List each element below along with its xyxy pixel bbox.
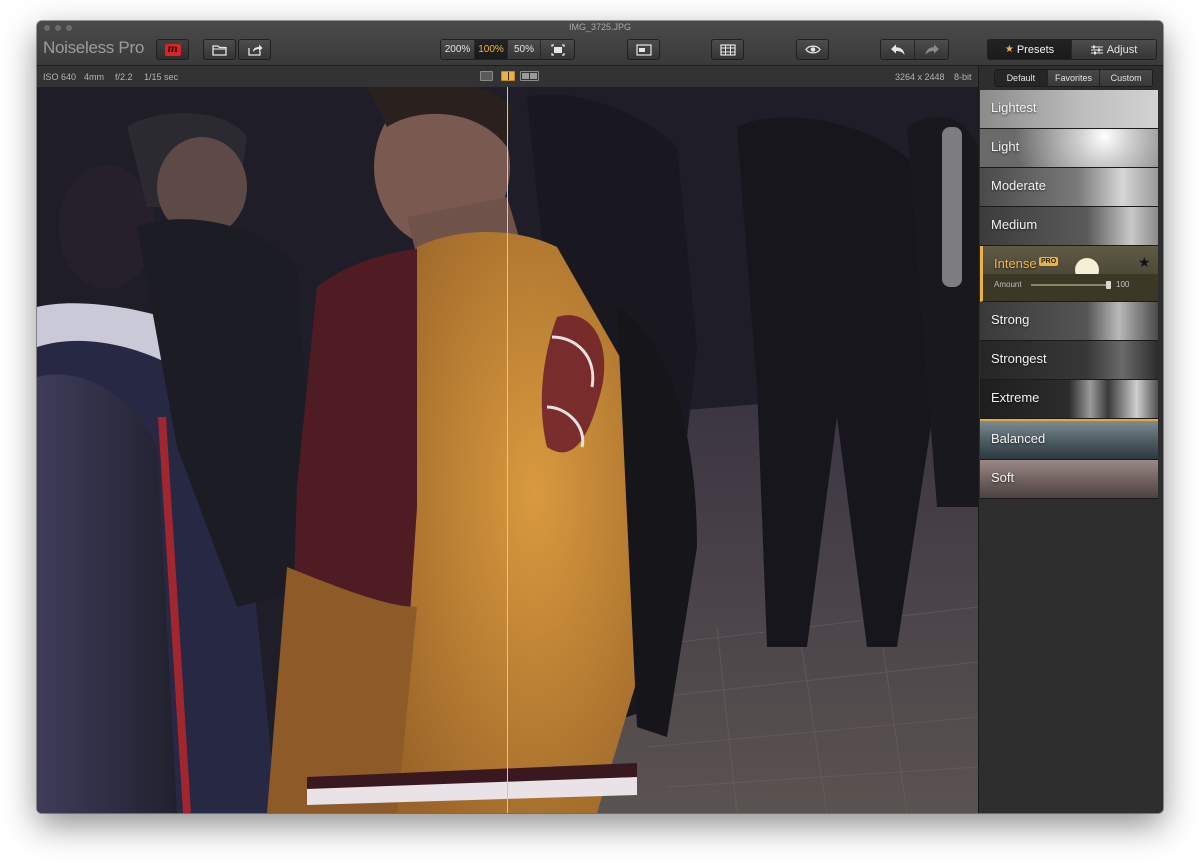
aperture-value: f/2.2 — [115, 72, 133, 82]
zoom-segment: 200% 100% 50% — [440, 39, 575, 60]
preset-label: Lightest — [991, 100, 1037, 115]
zoom-100-button[interactable]: 100% — [475, 40, 508, 59]
preset-thumbnail — [983, 246, 1158, 301]
sliders-icon — [1090, 45, 1103, 54]
toolbar: IMG_3725.JPG Noiseless Pro m 200% 100% 5… — [37, 21, 1163, 66]
preset-balanced[interactable]: Balanced — [980, 419, 1158, 460]
preset-strong[interactable]: Strong — [980, 302, 1158, 341]
pro-badge: PRO — [1039, 257, 1059, 266]
preset-soft[interactable]: Soft — [980, 460, 1158, 499]
zoom-200-button[interactable]: 200% — [441, 40, 475, 59]
tab-adjust[interactable]: Adjust — [1072, 40, 1156, 59]
tab-adjust-label: Adjust — [1106, 43, 1138, 56]
fit-button[interactable] — [541, 40, 574, 59]
iso-value: ISO 640 — [43, 72, 77, 82]
macphun-logo-icon: m — [164, 43, 181, 56]
tab-favorites[interactable]: Favorites — [1047, 70, 1101, 86]
tab-default[interactable]: Default — [995, 70, 1048, 86]
mode-tabs: ★ Presets Adjust — [987, 39, 1157, 60]
compare-view-icon — [635, 43, 652, 56]
focal-length-value: 4mm — [84, 72, 104, 82]
preset-label: Balanced — [991, 431, 1046, 446]
star-icon: ★ — [1004, 44, 1014, 55]
bit-depth: 8-bit — [954, 72, 972, 82]
zoom-50-button[interactable]: 50% — [508, 40, 541, 59]
eye-icon — [804, 45, 821, 54]
app-name: Noiseless Pro — [43, 38, 144, 57]
filmstrip-icon — [719, 43, 736, 56]
preset-label: Light — [991, 139, 1020, 154]
preset-category-tabs: Default Favorites Custom — [994, 69, 1153, 87]
shutter-value: 1/15 sec — [144, 72, 179, 82]
brand-button[interactable]: m — [156, 39, 189, 60]
share-button[interactable] — [238, 39, 271, 60]
undo-icon — [890, 44, 904, 55]
preset-label: Extreme — [991, 390, 1040, 405]
single-view-button[interactable] — [480, 71, 493, 81]
history-segment — [880, 39, 949, 60]
split-divider[interactable] — [507, 87, 508, 813]
undo-button[interactable] — [881, 40, 915, 59]
preset-light[interactable]: Light — [980, 129, 1158, 168]
compare-button[interactable] — [627, 39, 660, 60]
redo-icon — [925, 44, 939, 55]
preset-label: Strongest — [991, 351, 1047, 366]
amount-value: 100 — [1116, 280, 1130, 289]
side-by-side-view-button[interactable] — [520, 71, 539, 81]
favorite-star-icon[interactable]: ★ — [1138, 254, 1151, 271]
preset-label: Moderate — [991, 178, 1046, 193]
amount-slider[interactable] — [1031, 284, 1109, 286]
preset-label: Soft — [991, 470, 1015, 485]
tab-custom[interactable]: Custom — [1100, 70, 1152, 86]
photo-canvas[interactable] — [37, 87, 978, 813]
preset-moderate[interactable]: Moderate — [980, 168, 1158, 207]
preset-medium[interactable]: Medium — [980, 207, 1158, 246]
preset-label: Intense — [994, 256, 1037, 271]
split-view-button[interactable] — [501, 71, 515, 81]
open-button[interactable] — [203, 39, 236, 60]
preset-extreme[interactable]: Extreme — [980, 380, 1158, 419]
preview-button[interactable] — [796, 39, 829, 60]
browser-button[interactable] — [711, 39, 744, 60]
amount-slider-handle[interactable] — [1106, 281, 1111, 289]
presets-sidebar: Default Favorites Custom Lightest Light … — [978, 66, 1163, 813]
fit-to-screen-icon — [550, 43, 565, 56]
app-window: IMG_3725.JPG Noiseless Pro m 200% 100% 5… — [37, 21, 1163, 813]
preset-label: Medium — [991, 217, 1038, 232]
amount-label: Amount — [994, 280, 1022, 289]
image-dimensions: 3264 x 2448 — [895, 72, 945, 82]
preset-intense[interactable]: Intense PRO ★ Amount 100 — [980, 246, 1158, 302]
folder-icon — [212, 44, 227, 56]
tab-presets-label: Presets — [1016, 43, 1055, 56]
redo-button[interactable] — [915, 40, 948, 59]
image-info-bar: ISO 640 4mm f/2.2 1/15 sec 3264 x 2448 8… — [37, 66, 978, 88]
share-icon — [247, 44, 262, 56]
preset-label: Strong — [991, 312, 1030, 327]
tab-presets[interactable]: ★ Presets — [988, 40, 1072, 59]
preset-lightest[interactable]: Lightest — [980, 90, 1158, 129]
preset-strongest[interactable]: Strongest — [980, 341, 1158, 380]
window-title: IMG_3725.JPG — [568, 22, 632, 32]
